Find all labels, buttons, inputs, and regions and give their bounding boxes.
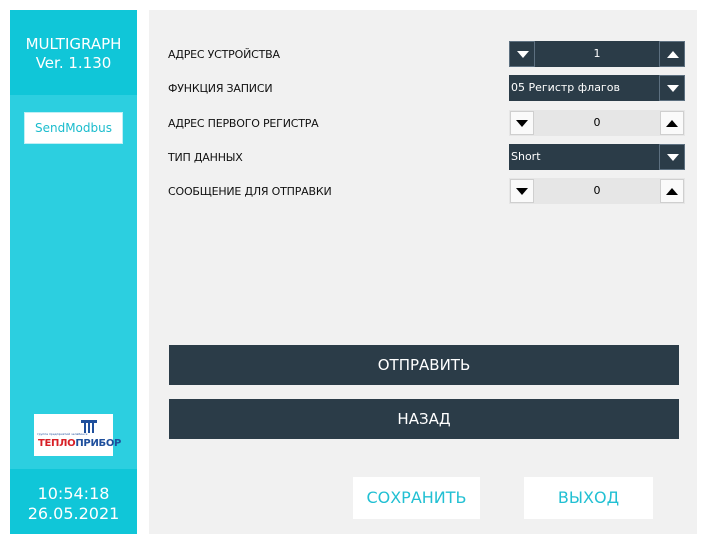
- message-label: СООБЩЕНИЕ ДЛЯ ОТПРАВКИ: [168, 185, 332, 198]
- chevron-down-icon: [667, 154, 679, 161]
- data-type-label: ТИП ДАННЫХ: [168, 151, 243, 164]
- logo-tagline: группа предприятий челябинск: [37, 432, 88, 436]
- chevron-down-icon: [667, 85, 679, 92]
- sidebar: MULTIGRAPH Ver. 1.130 SendModbus группа …: [10, 10, 137, 534]
- first-register-decrement-button[interactable]: [510, 111, 534, 135]
- first-register-value[interactable]: 0: [535, 110, 659, 136]
- back-button[interactable]: НАЗАД: [169, 399, 679, 439]
- app-name: MULTIGRAPH: [25, 35, 122, 53]
- triangle-down-icon: [516, 120, 528, 127]
- clock: 10:54:18 26.05.2021: [10, 469, 137, 534]
- write-function-dropdown-button[interactable]: [659, 75, 685, 101]
- write-function-select[interactable]: 05 Регистр флагов: [509, 75, 685, 101]
- save-button[interactable]: СОХРАНИТЬ: [353, 477, 480, 519]
- triangle-up-icon: [666, 188, 678, 195]
- write-function-value: 05 Регистр флагов: [511, 81, 620, 94]
- logo-brand-blue: ПРИБОР: [75, 438, 122, 449]
- triangle-down-icon: [516, 188, 528, 195]
- main-panel: АДРЕС УСТРОЙСТВА 1 ФУНКЦИЯ ЗАПИСИ 05 Рег…: [149, 10, 697, 534]
- device-address-stepper: 1: [509, 41, 685, 67]
- app-version: Ver. 1.130: [35, 54, 112, 72]
- device-address-label: АДРЕС УСТРОЙСТВА: [168, 48, 280, 61]
- clock-time: 10:54:18: [37, 484, 110, 503]
- first-register-label: АДРЕС ПЕРВОГО РЕГИСТРА: [168, 117, 319, 130]
- data-type-dropdown-button[interactable]: [659, 144, 685, 170]
- send-button[interactable]: ОТПРАВИТЬ: [169, 345, 679, 385]
- write-function-label: ФУНКЦИЯ ЗАПИСИ: [168, 82, 273, 95]
- message-decrement-button[interactable]: [510, 179, 534, 203]
- first-register-stepper: 0: [509, 110, 685, 136]
- building-icon: [81, 420, 97, 434]
- first-register-increment-button[interactable]: [660, 111, 684, 135]
- message-value[interactable]: 0: [535, 178, 659, 204]
- device-address-value[interactable]: 1: [535, 41, 659, 67]
- data-type-value: Short: [511, 150, 541, 163]
- triangle-up-icon: [666, 120, 678, 127]
- message-increment-button[interactable]: [660, 179, 684, 203]
- logo-brand: ТЕПЛОПРИБОР: [38, 438, 121, 449]
- sidebar-item-sendmodbus[interactable]: SendModbus: [24, 112, 123, 144]
- exit-button[interactable]: ВЫХОД: [524, 477, 653, 519]
- message-stepper: 0: [509, 178, 685, 204]
- triangle-down-icon: [517, 51, 529, 58]
- logo-brand-red: ТЕПЛО: [38, 438, 76, 449]
- clock-date: 26.05.2021: [27, 504, 120, 523]
- triangle-up-icon: [667, 51, 679, 58]
- data-type-select[interactable]: Short: [509, 144, 685, 170]
- device-address-decrement-button[interactable]: [509, 41, 535, 67]
- company-logo: группа предприятий челябинск ТЕПЛОПРИБОР: [34, 414, 121, 456]
- device-address-increment-button[interactable]: [659, 41, 685, 67]
- app-header: MULTIGRAPH Ver. 1.130: [10, 10, 137, 95]
